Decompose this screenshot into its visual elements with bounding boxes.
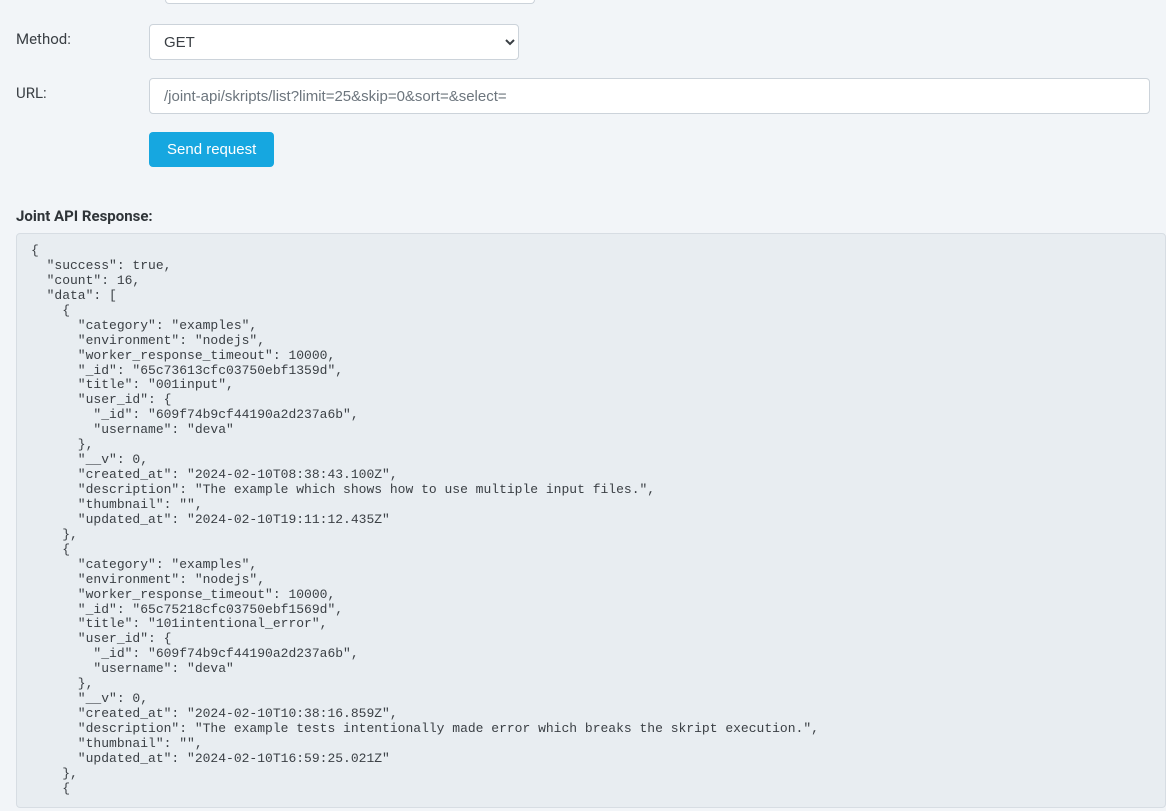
method-select[interactable]: GET <box>149 24 519 60</box>
method-label: Method: <box>16 24 149 48</box>
url-input[interactable] <box>149 78 1150 114</box>
send-request-button[interactable]: Send request <box>149 132 274 167</box>
url-label: URL: <box>16 78 149 102</box>
response-heading: Joint API Response: <box>16 207 1166 225</box>
response-body: { "success": true, "count": 16, "data": … <box>16 233 1166 808</box>
previous-field-edge <box>165 0 535 4</box>
